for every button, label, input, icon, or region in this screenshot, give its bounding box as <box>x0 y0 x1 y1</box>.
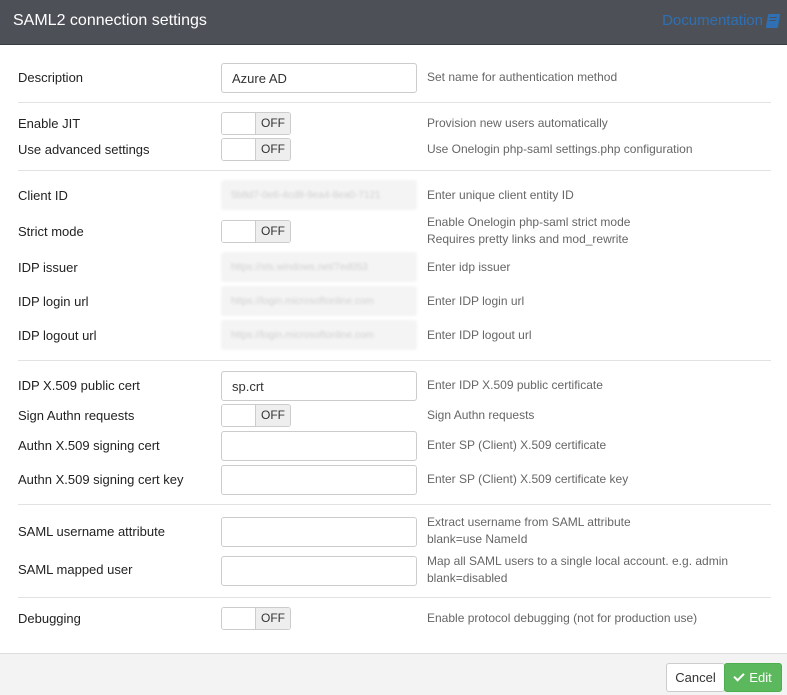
strict-mode-help: Enable Onelogin php-saml strict mode <box>427 215 631 229</box>
description-label: Description <box>18 70 84 85</box>
authn-cert-label: Authn X.509 signing cert <box>18 438 160 453</box>
idp-cert-help: Enter IDP X.509 public certificate <box>427 378 603 392</box>
book-icon <box>765 13 781 28</box>
debugging-toggle[interactable]: OFF <box>221 607 291 630</box>
enable-jit-label: Enable JIT <box>18 116 81 131</box>
strict-mode-label: Strict mode <box>18 224 84 239</box>
advanced-settings-toggle[interactable]: OFF <box>221 138 291 161</box>
username-attr-label: SAML username attribute <box>18 524 165 539</box>
idp-login-input[interactable] <box>221 286 417 316</box>
toggle-state: OFF <box>255 139 290 160</box>
edit-button-label: Edit <box>749 670 772 685</box>
idp-logout-help: Enter IDP logout url <box>427 328 532 342</box>
documentation-link[interactable]: Documentation <box>662 12 781 29</box>
authn-cert-input[interactable] <box>221 431 417 461</box>
authn-cert-key-input[interactable] <box>221 465 417 495</box>
client-id-input[interactable] <box>221 180 417 210</box>
toggle-state: OFF <box>255 221 290 242</box>
divider <box>18 170 771 171</box>
toggle-state: OFF <box>255 608 290 629</box>
dialog-footer: Cancel Edit <box>0 653 787 695</box>
dialog-header: SAML2 connection settings Documentation <box>0 0 787 45</box>
idp-login-help: Enter IDP login url <box>427 294 525 308</box>
divider <box>18 597 771 598</box>
idp-cert-input[interactable] <box>221 371 417 401</box>
idp-logout-input[interactable] <box>221 320 417 350</box>
strict-mode-toggle[interactable]: OFF <box>221 220 291 243</box>
idp-logout-label: IDP logout url <box>18 328 97 343</box>
mapped-user-label: SAML mapped user <box>18 562 133 577</box>
divider <box>18 102 771 103</box>
toggle-knob <box>222 608 257 629</box>
edit-button[interactable]: Edit <box>724 663 782 692</box>
username-attr-help-2: blank=use NameId <box>427 532 528 546</box>
mapped-user-help-2: blank=disabled <box>427 571 508 585</box>
idp-cert-label: IDP X.509 public cert <box>18 378 140 393</box>
toggle-knob <box>222 139 257 160</box>
advanced-settings-label: Use advanced settings <box>18 142 150 157</box>
enable-jit-toggle[interactable]: OFF <box>221 112 291 135</box>
sign-authn-toggle[interactable]: OFF <box>221 404 291 427</box>
cancel-button[interactable]: Cancel <box>666 663 725 692</box>
sign-authn-label: Sign Authn requests <box>18 408 135 423</box>
client-id-label: Client ID <box>18 188 68 203</box>
mapped-user-input[interactable] <box>221 556 417 586</box>
description-input[interactable] <box>221 63 417 93</box>
settings-form: Description Set name for authentication … <box>0 45 787 653</box>
authn-cert-key-label: Authn X.509 signing cert key <box>18 472 184 487</box>
strict-mode-help-2: Requires pretty links and mod_rewrite <box>427 232 629 246</box>
sign-authn-help: Sign Authn requests <box>427 408 535 422</box>
username-attr-help: Extract username from SAML attribute <box>427 515 631 529</box>
dialog-title: SAML2 connection settings <box>13 12 207 29</box>
divider <box>18 360 771 361</box>
divider <box>18 504 771 505</box>
idp-issuer-input[interactable] <box>221 252 417 282</box>
toggle-knob <box>222 405 257 426</box>
toggle-state: OFF <box>255 405 290 426</box>
username-attr-input[interactable] <box>221 517 417 547</box>
authn-cert-help: Enter SP (Client) X.509 certificate <box>427 438 607 452</box>
debugging-label: Debugging <box>18 611 81 626</box>
toggle-state: OFF <box>255 113 290 134</box>
check-icon <box>733 670 745 682</box>
idp-issuer-help: Enter idp issuer <box>427 260 511 274</box>
mapped-user-help: Map all SAML users to a single local acc… <box>427 554 729 568</box>
toggle-knob <box>222 221 257 242</box>
documentation-link-label: Documentation <box>662 12 763 29</box>
authn-cert-key-help: Enter SP (Client) X.509 certificate key <box>427 472 629 486</box>
debugging-help: Enable protocol debugging (not for produ… <box>427 611 698 625</box>
idp-issuer-label: IDP issuer <box>18 260 78 275</box>
enable-jit-help: Provision new users automatically <box>427 116 608 130</box>
client-id-help: Enter unique client entity ID <box>427 188 574 202</box>
advanced-settings-help: Use Onelogin php-saml settings.php confi… <box>427 142 693 156</box>
description-help: Set name for authentication method <box>427 70 618 84</box>
idp-login-label: IDP login url <box>18 294 89 309</box>
toggle-knob <box>222 113 257 134</box>
